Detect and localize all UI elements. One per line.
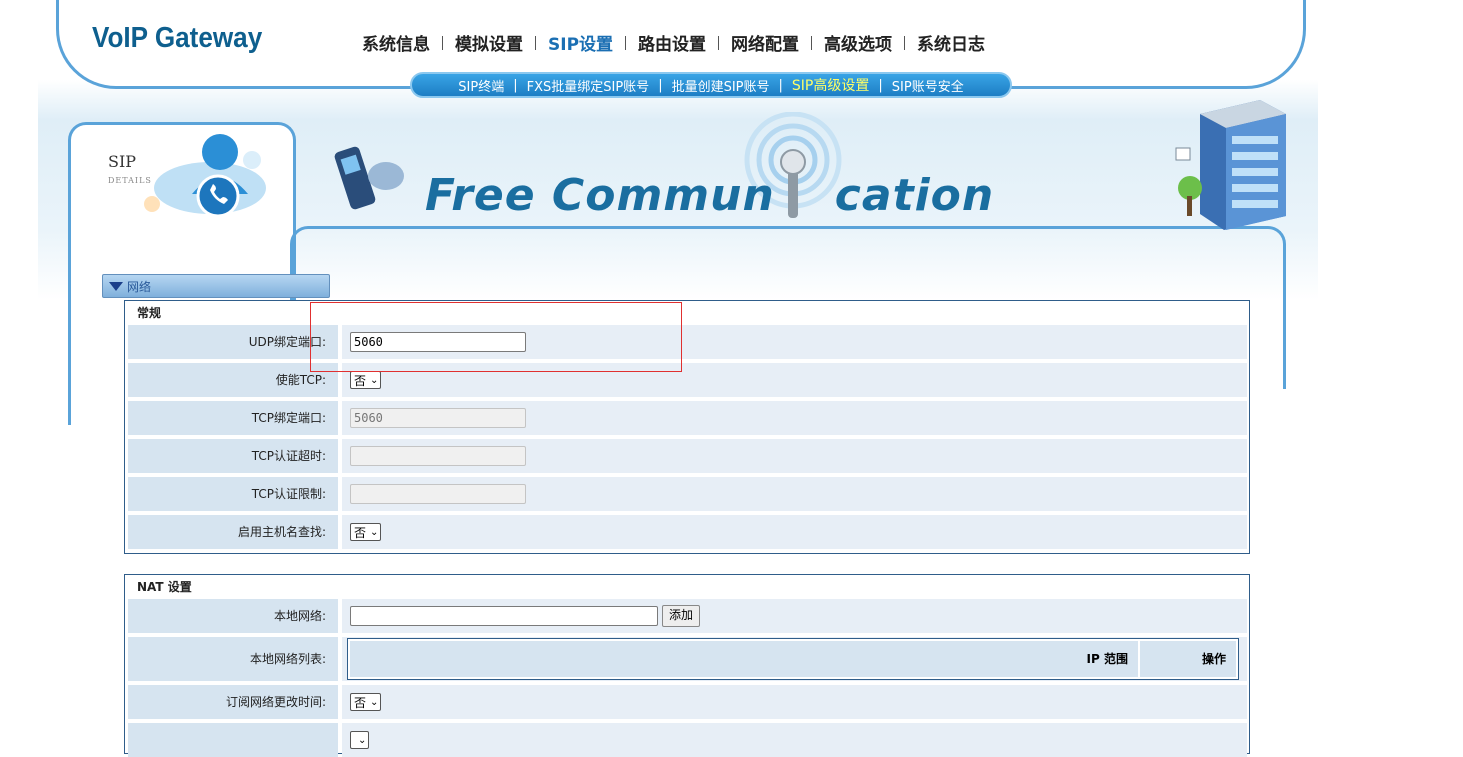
phone-icon bbox=[334, 146, 404, 210]
main-nav-item[interactable]: 系统日志 bbox=[905, 30, 997, 55]
hostname-lookup-row: 启用主机名查找: 否 ⌄ bbox=[128, 515, 1247, 549]
collapse-triangle-icon bbox=[109, 281, 123, 291]
sub-nav-item[interactable]: SIP终端 bbox=[449, 76, 513, 95]
section-network-label: 网络 bbox=[127, 279, 152, 294]
hostname-lookup-label: 启用主机名查找: bbox=[128, 515, 338, 549]
main-nav-item[interactable]: 高级选项 bbox=[812, 30, 904, 55]
local-net-input[interactable] bbox=[350, 606, 658, 626]
sub-nav-item[interactable]: FXS批量绑定SIP账号 bbox=[518, 76, 659, 95]
main-nav: 系统信息 模拟设置 SIP设置 路由设置 网络配置 高级选项 系统日志 bbox=[350, 30, 997, 55]
banner-cation: cation bbox=[834, 170, 995, 221]
tcp-auth-timeout-row: TCP认证超时: bbox=[128, 439, 1247, 473]
tcp-port-label: TCP绑定端口: bbox=[128, 401, 338, 435]
banner-free: Free Commun bbox=[425, 170, 775, 221]
subscribe-change-row: 订阅网络更改时间: 否 ⌄ bbox=[128, 685, 1247, 719]
tcp-port-row: TCP绑定端口: 5060 bbox=[128, 401, 1247, 435]
col-action: 操作 bbox=[1140, 641, 1236, 677]
chevron-down-icon: ⌄ bbox=[370, 696, 379, 708]
local-net-list-table: IP 范围 操作 bbox=[347, 638, 1239, 680]
sub-nav-item[interactable]: 批量创建SIP账号 bbox=[663, 76, 779, 95]
tcp-auth-limit-input[interactable] bbox=[350, 484, 526, 504]
next-row-label bbox=[128, 723, 338, 757]
hostname-lookup-select[interactable]: 否 ⌄ bbox=[350, 523, 382, 541]
tcp-port-input[interactable]: 5060 bbox=[350, 408, 526, 428]
local-net-list-row: 本地网络列表: IP 范围 操作 bbox=[128, 637, 1247, 681]
main-nav-item[interactable]: 路由设置 bbox=[626, 30, 718, 55]
banner-text: Free Commun cation bbox=[425, 170, 994, 221]
subscribe-change-select[interactable]: 否 ⌄ bbox=[350, 693, 382, 711]
tcp-auth-timeout-label: TCP认证超时: bbox=[128, 439, 338, 473]
logo: VoIP Gateway bbox=[92, 22, 263, 54]
udp-port-input[interactable]: 5060 bbox=[350, 332, 526, 352]
chevron-down-icon: ⌄ bbox=[370, 374, 379, 386]
enable-tcp-row: 使能TCP: 否 ⌄ bbox=[128, 363, 1247, 397]
local-net-row: 本地网络: 添加 bbox=[128, 599, 1247, 633]
section-network-tab[interactable]: 网络 bbox=[102, 274, 330, 298]
subscribe-change-value: 否 bbox=[354, 695, 367, 710]
main-nav-item[interactable]: 网络配置 bbox=[719, 30, 811, 55]
col-ip-range: IP 范围 bbox=[350, 641, 1138, 677]
chevron-down-icon: ⌄ bbox=[370, 526, 379, 538]
tcp-auth-limit-row: TCP认证限制: bbox=[128, 477, 1247, 511]
next-row-partial: ⌄ bbox=[128, 723, 1247, 757]
main-nav-item[interactable]: 模拟设置 bbox=[443, 30, 535, 55]
contacts-icon bbox=[144, 134, 266, 218]
udp-port-row: UDP绑定端口: 5060 bbox=[128, 325, 1247, 359]
main-nav-item[interactable]: 系统信息 bbox=[350, 30, 442, 55]
chevron-down-icon: ⌄ bbox=[358, 734, 367, 746]
hostname-lookup-value: 否 bbox=[354, 525, 367, 540]
local-net-list-label: 本地网络列表: bbox=[128, 637, 338, 681]
general-title: 常规 bbox=[137, 306, 162, 320]
tcp-auth-timeout-input[interactable] bbox=[350, 446, 526, 466]
building-icon bbox=[1175, 100, 1286, 230]
next-row-select[interactable]: ⌄ bbox=[350, 731, 370, 749]
sub-nav: SIP终端 | FXS批量绑定SIP账号 | 批量创建SIP账号 | SIP高级设置 | SIP… bbox=[410, 72, 1012, 98]
local-net-label: 本地网络: bbox=[128, 599, 338, 633]
subscribe-change-label: 订阅网络更改时间: bbox=[128, 685, 338, 719]
nat-group: NAT 设置 本地网络: 添加 本地网络列表: IP 范围 操作 订阅网络更改时… bbox=[124, 574, 1250, 757]
nat-title: NAT 设置 bbox=[137, 580, 192, 594]
enable-tcp-label: 使能TCP: bbox=[128, 363, 338, 397]
sub-nav-item[interactable]: SIP账号安全 bbox=[883, 76, 973, 95]
general-group: 常规 UDP绑定端口: 5060 使能TCP: 否 ⌄ TCP绑定端口: 5060… bbox=[124, 300, 1250, 554]
tcp-auth-limit-label: TCP认证限制: bbox=[128, 477, 338, 511]
enable-tcp-select[interactable]: 否 ⌄ bbox=[350, 371, 382, 389]
add-button[interactable]: 添加 bbox=[662, 605, 701, 627]
enable-tcp-value: 否 bbox=[354, 373, 367, 388]
main-nav-item[interactable]: SIP设置 bbox=[536, 30, 625, 55]
udp-port-label: UDP绑定端口: bbox=[128, 325, 338, 359]
sub-nav-item[interactable]: SIP高级设置 bbox=[783, 75, 878, 95]
